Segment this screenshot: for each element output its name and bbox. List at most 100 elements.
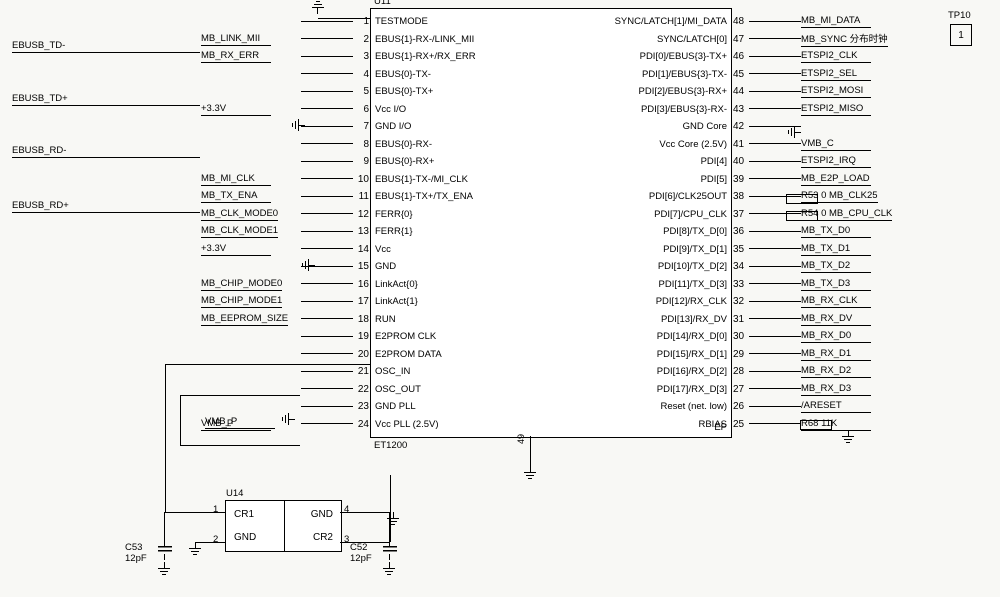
pin-r-39: 39MB_E2P_LOAD (731, 172, 956, 187)
pin-l-inner-22: OSC_OUT (375, 384, 545, 395)
pin-l-inner-12: FERR{0} (375, 209, 545, 220)
pin-r-inner-37: PDI[7]/CPU_CLK (557, 209, 727, 220)
resistor-r53 (786, 194, 818, 205)
pin-r-34: 34MB_TX_D2 (731, 259, 956, 274)
tp10-ref: TP10 (948, 10, 971, 21)
pin-l-6: +3.3V6 (201, 102, 371, 117)
pin-r-36: 36MB_TX_D0 (731, 224, 956, 239)
pin-r-inner-36: PDI[8]/TX_D[0] (557, 226, 727, 237)
pin-l-inner-17: LinkAct{1} (375, 296, 545, 307)
pin-r-32: 32MB_RX_CLK (731, 294, 956, 309)
pin-r-inner-33: PDI[11]/TX_D[3] (557, 279, 727, 290)
pin-l-inner-1: TESTMODE (375, 16, 545, 27)
pin-r-inner-30: PDI[14]/RX_D[0] (557, 331, 727, 342)
chip-u14: CR1 GND GND CR2 (225, 500, 342, 552)
pin-l-18: MB_EEPROM_SIZE18 (201, 312, 371, 327)
pin-l-inner-23: GND PLL (375, 401, 545, 412)
pin-l-4: 4 (201, 67, 371, 82)
pin-l-12: MB_CLK_MODE012 (201, 207, 371, 222)
pin-l-inner-3: EBUS{1}-RX+/RX_ERR (375, 51, 545, 62)
pin-r-inner-44: PDI[2]/EBUS{3}-RX+ (557, 86, 727, 97)
u14-w1 (165, 512, 225, 514)
pin-l-inner-9: EBUS{0}-RX+ (375, 156, 545, 167)
pin-l-1: 1 (201, 14, 371, 29)
u14-divider (284, 501, 285, 551)
pin-l-inner-24: Vcc PLL (2.5V) (375, 419, 545, 430)
pin-l-inner-21: OSC_IN (375, 366, 545, 377)
pin-r-41: 41VMB_C (731, 137, 956, 152)
pin-l-inner-14: Vcc (375, 244, 545, 255)
pin-l-inner-19: E2PROM CLK (375, 331, 545, 342)
pin-l-inner-10: EBUS{1}-TX-/MI_CLK (375, 174, 545, 185)
pin-r-43: 43ETSPI2_MISO (731, 102, 956, 117)
pin-l-9: 9 (201, 154, 371, 169)
pin-l-10: MB_MI_CLK10 (201, 172, 371, 187)
rail-vmb-top (180, 395, 300, 397)
pin-r-inner-48: SYNC/LATCH[1]/MI_DATA (557, 16, 727, 27)
cap-wire-C53 (164, 512, 166, 540)
cap-label-C53: C5312pF (125, 542, 147, 564)
pin-l-7: 7 (201, 119, 371, 134)
u14-cr2: CR2 (285, 532, 333, 543)
gnd-ep (522, 466, 538, 480)
pin-l-inner-4: EBUS{0}-TX- (375, 69, 545, 80)
pin-r-45: 45ETSPI2_SEL (731, 67, 956, 82)
tp10-val: 1 (958, 30, 964, 41)
chip-u11-part: ET1200 (374, 440, 407, 451)
pin-r-inner-40: PDI[4] (557, 156, 727, 167)
cap-label-C52: C5212pF (350, 542, 372, 564)
ep-wire (530, 436, 532, 466)
pin-r-47: 47MB_SYNC 分布时钟 (731, 32, 956, 47)
pin-r-inner-35: PDI[9]/TX_D[1] (557, 244, 727, 255)
pin-r-inner-39: PDI[5] (557, 174, 727, 185)
resistor-r54 (786, 211, 818, 222)
pin-l-inner-18: RUN (375, 314, 545, 325)
gnd-r68 (840, 430, 856, 444)
pin-l-15: 15 (201, 259, 371, 274)
pin-r-inner-42: GND Core (557, 121, 727, 132)
pin-r-30: 30MB_RX_D0 (731, 329, 956, 344)
pin-l-inner-11: EBUS{1}-TX+/TX_ENA (375, 191, 545, 202)
pin-r-inner-47: SYNC/LATCH[0] (557, 34, 727, 45)
pin-l-13: MB_CLK_MODE113 (201, 224, 371, 239)
pin-l-14: +3.3V14 (201, 242, 371, 257)
pin-r-inner-28: PDI[16]/RX_D[2] (557, 366, 727, 377)
pin-r-inner-26: Reset (net. low) (557, 401, 727, 412)
cap-C53 (155, 540, 175, 560)
pin-r-38: 38R53 0 MB_CLK25 (731, 189, 956, 204)
pin-r-inner-27: PDI[17]/RX_D[3] (557, 384, 727, 395)
osc-v1 (165, 364, 167, 512)
far-wire (12, 105, 200, 107)
pin-r-33: 33MB_TX_D3 (731, 277, 956, 292)
pin-r-inner-29: PDI[15]/RX_D[1] (557, 349, 727, 360)
pin-l-inner-16: LinkAct{0} (375, 279, 545, 290)
pin-l-5: 5 (201, 84, 371, 99)
gnd-pin1 (310, 0, 326, 14)
pin-l-2: MB_LINK_MII2 (201, 32, 371, 47)
pin-r-inner-31: PDI[13]/RX_DV (557, 314, 727, 325)
rail-vmb-left (180, 395, 182, 445)
pin-r-42: 42 (731, 119, 956, 134)
pin-r-48: 48MB_MI_DATA (731, 14, 956, 29)
pin-r-37: 37R54 0 MB_CPU_CLK (731, 207, 956, 222)
u14-gnd2: GND (234, 532, 282, 543)
chip-u11: EP TESTMODE1EBUS{1}-RX-/LINK_MIIMB_LINK_… (370, 8, 732, 438)
pin-l-inner-6: Vcc I/O (375, 104, 545, 115)
far-wire (12, 212, 200, 214)
osc-h1 (165, 364, 370, 366)
tp10-box: 1 (950, 24, 972, 46)
pin-r-28: 28MB_RX_D2 (731, 364, 956, 379)
cap-C52 (380, 540, 400, 560)
pin1-wire (318, 18, 370, 20)
pin-l-inner-15: GND (375, 261, 545, 272)
u14-ref: U14 (226, 488, 243, 499)
pin-l-16: MB_CHIP_MODE016 (201, 277, 371, 292)
pin-l-inner-13: FERR{1} (375, 226, 545, 237)
pin-r-inner-41: Vcc Core (2.5V) (557, 139, 727, 150)
pin-r-35: 35MB_TX_D1 (731, 242, 956, 257)
pin-r-inner-43: PDI[3]/EBUS{3}-RX- (557, 104, 727, 115)
pin-l-8: 8 (201, 137, 371, 152)
gnd-u14l (187, 542, 203, 556)
pin-l-inner-5: EBUS{0}-TX+ (375, 86, 545, 97)
far-wire (12, 52, 200, 54)
